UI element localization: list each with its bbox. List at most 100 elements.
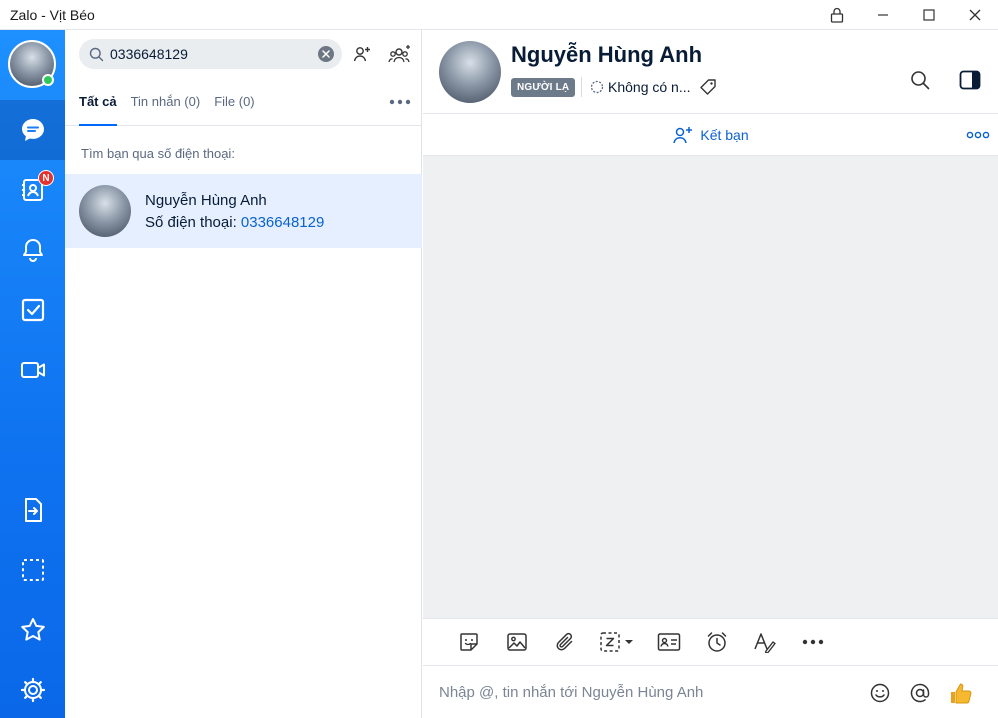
- message-input[interactable]: [439, 683, 859, 701]
- sticker-icon: [460, 633, 478, 651]
- emoji-icon: [870, 683, 890, 703]
- tag-icon: [699, 79, 716, 95]
- paperclip-icon: [556, 632, 573, 651]
- video-icon: [20, 362, 45, 378]
- search-in-chat-button[interactable]: [904, 64, 936, 96]
- label-text: Không có n...: [608, 79, 691, 95]
- contacts-badge: N: [38, 170, 54, 186]
- result-name: Nguyễn Hùng Anh: [145, 191, 267, 209]
- search-result-item[interactable]: Nguyễn Hùng Anh Số điện thoại: 033664812…: [65, 174, 422, 248]
- search-row: [65, 30, 422, 78]
- quick-like-button[interactable]: [945, 677, 977, 709]
- send-contact-card-button[interactable]: [645, 622, 693, 662]
- nav-item-video-call[interactable]: [0, 340, 65, 400]
- phone-prefix: Số điện thoại:: [145, 213, 241, 231]
- sticker-button[interactable]: [445, 622, 493, 662]
- add-friend-button[interactable]: Kết bạn: [672, 125, 749, 145]
- result-info: Nguyễn Hùng Anh Số điện thoại: 033664812…: [145, 192, 324, 231]
- add-friend-label: Kết bạn: [700, 126, 749, 143]
- title-bar: Zalo - Vịt Béo: [0, 0, 998, 30]
- compose-toolbar: [423, 618, 998, 666]
- nav-item-notifications[interactable]: [0, 220, 65, 280]
- file-transfer-icon: [24, 498, 42, 522]
- close-button[interactable]: [952, 0, 998, 30]
- create-group-button[interactable]: [382, 36, 418, 72]
- nav-item-todo[interactable]: [0, 280, 65, 340]
- gear-icon: [20, 677, 45, 703]
- nav-item-messages[interactable]: [0, 100, 65, 160]
- compose-area: [423, 666, 998, 718]
- bell-icon: [22, 239, 43, 262]
- send-image-button[interactable]: [493, 622, 541, 662]
- image-icon: [507, 633, 527, 651]
- text-format-button[interactable]: [741, 622, 789, 662]
- close-icon: [322, 50, 330, 58]
- toggle-info-panel-button[interactable]: [954, 64, 986, 96]
- lock-icon: [830, 7, 844, 23]
- conversation-panel: Tất cả Tin nhắn (0) File (0) Tìm bạn qua…: [65, 30, 422, 718]
- maximize-icon: [923, 8, 935, 21]
- more-horizontal-icon: [389, 99, 411, 105]
- search-icon: [89, 47, 104, 61]
- result-phone: Số điện thoại: 0336648129: [145, 214, 324, 231]
- reminder-button[interactable]: [693, 622, 741, 662]
- alarm-clock-icon: [707, 632, 727, 652]
- text-format-icon: [754, 633, 776, 653]
- add-group-icon: [388, 45, 410, 63]
- nav-item-favorites[interactable]: [0, 600, 65, 660]
- nav-item-transfer-file[interactable]: [0, 480, 65, 540]
- screenshot-dropdown-icon: [600, 632, 633, 652]
- more-horizontal-icon: [966, 131, 990, 139]
- stranger-tag: NGƯỜI LẠ: [511, 78, 576, 97]
- sidebar-toggle-icon: [959, 70, 981, 90]
- search-icon: [911, 71, 930, 90]
- contact-card-icon: [657, 633, 681, 651]
- thumbs-up-icon: [951, 683, 972, 704]
- label-circle-icon: [590, 80, 604, 94]
- tab-all[interactable]: Tất cả: [79, 77, 117, 126]
- add-friend-bar: Kết bạn: [423, 114, 998, 156]
- more-tools-button[interactable]: [789, 622, 837, 662]
- checkbox-icon: [21, 298, 44, 322]
- add-user-icon: [353, 47, 370, 62]
- minimize-button[interactable]: [860, 0, 906, 30]
- tab-messages[interactable]: Tin nhắn (0): [131, 77, 201, 125]
- screenshot-icon: [21, 559, 44, 581]
- window-title: Zalo - Vịt Béo: [10, 6, 95, 23]
- avatar: [79, 185, 131, 237]
- my-avatar-button[interactable]: [8, 40, 56, 88]
- clear-search-button[interactable]: [318, 46, 334, 62]
- avatar[interactable]: [439, 41, 501, 103]
- nav-item-screenshot[interactable]: [0, 540, 65, 600]
- search-input[interactable]: [110, 46, 318, 62]
- section-label: Tìm bạn qua số điện thoại:: [81, 146, 235, 161]
- lock-button[interactable]: [814, 0, 860, 30]
- phone-number: 0336648129: [240, 213, 325, 231]
- bar-more-button[interactable]: [964, 122, 992, 148]
- add-friend-button[interactable]: [344, 36, 380, 72]
- star-icon: [20, 618, 45, 641]
- minimize-icon: [878, 13, 888, 16]
- more-horizontal-icon: [802, 639, 824, 645]
- maximize-button[interactable]: [906, 0, 952, 30]
- search-box[interactable]: [79, 39, 342, 69]
- sidebar-nav: N: [0, 30, 65, 718]
- label-selector[interactable]: Không có n...: [581, 77, 717, 97]
- attach-file-button[interactable]: [541, 622, 589, 662]
- tab-files[interactable]: File (0): [214, 77, 254, 125]
- close-icon: [969, 9, 981, 20]
- online-status-dot: [42, 74, 54, 86]
- chat-panel: Nguyễn Hùng Anh NGƯỜI LẠ Không có n... K…: [423, 30, 998, 718]
- nav-item-contacts[interactable]: N: [0, 160, 65, 220]
- search-tabs: Tất cả Tin nhắn (0) File (0): [65, 78, 422, 126]
- zalo-screenshot-button[interactable]: [589, 622, 645, 662]
- mention-button[interactable]: [904, 677, 936, 709]
- chat-icon: [21, 119, 44, 141]
- chat-header: Nguyễn Hùng Anh NGƯỜI LẠ Không có n...: [423, 30, 998, 114]
- add-user-icon: [673, 126, 693, 143]
- chat-contact-name: Nguyễn Hùng Anh: [511, 42, 703, 67]
- emoji-button[interactable]: [864, 677, 896, 709]
- at-sign-icon: [910, 683, 930, 703]
- tabs-more-button[interactable]: [386, 88, 414, 116]
- nav-item-settings[interactable]: [0, 660, 65, 718]
